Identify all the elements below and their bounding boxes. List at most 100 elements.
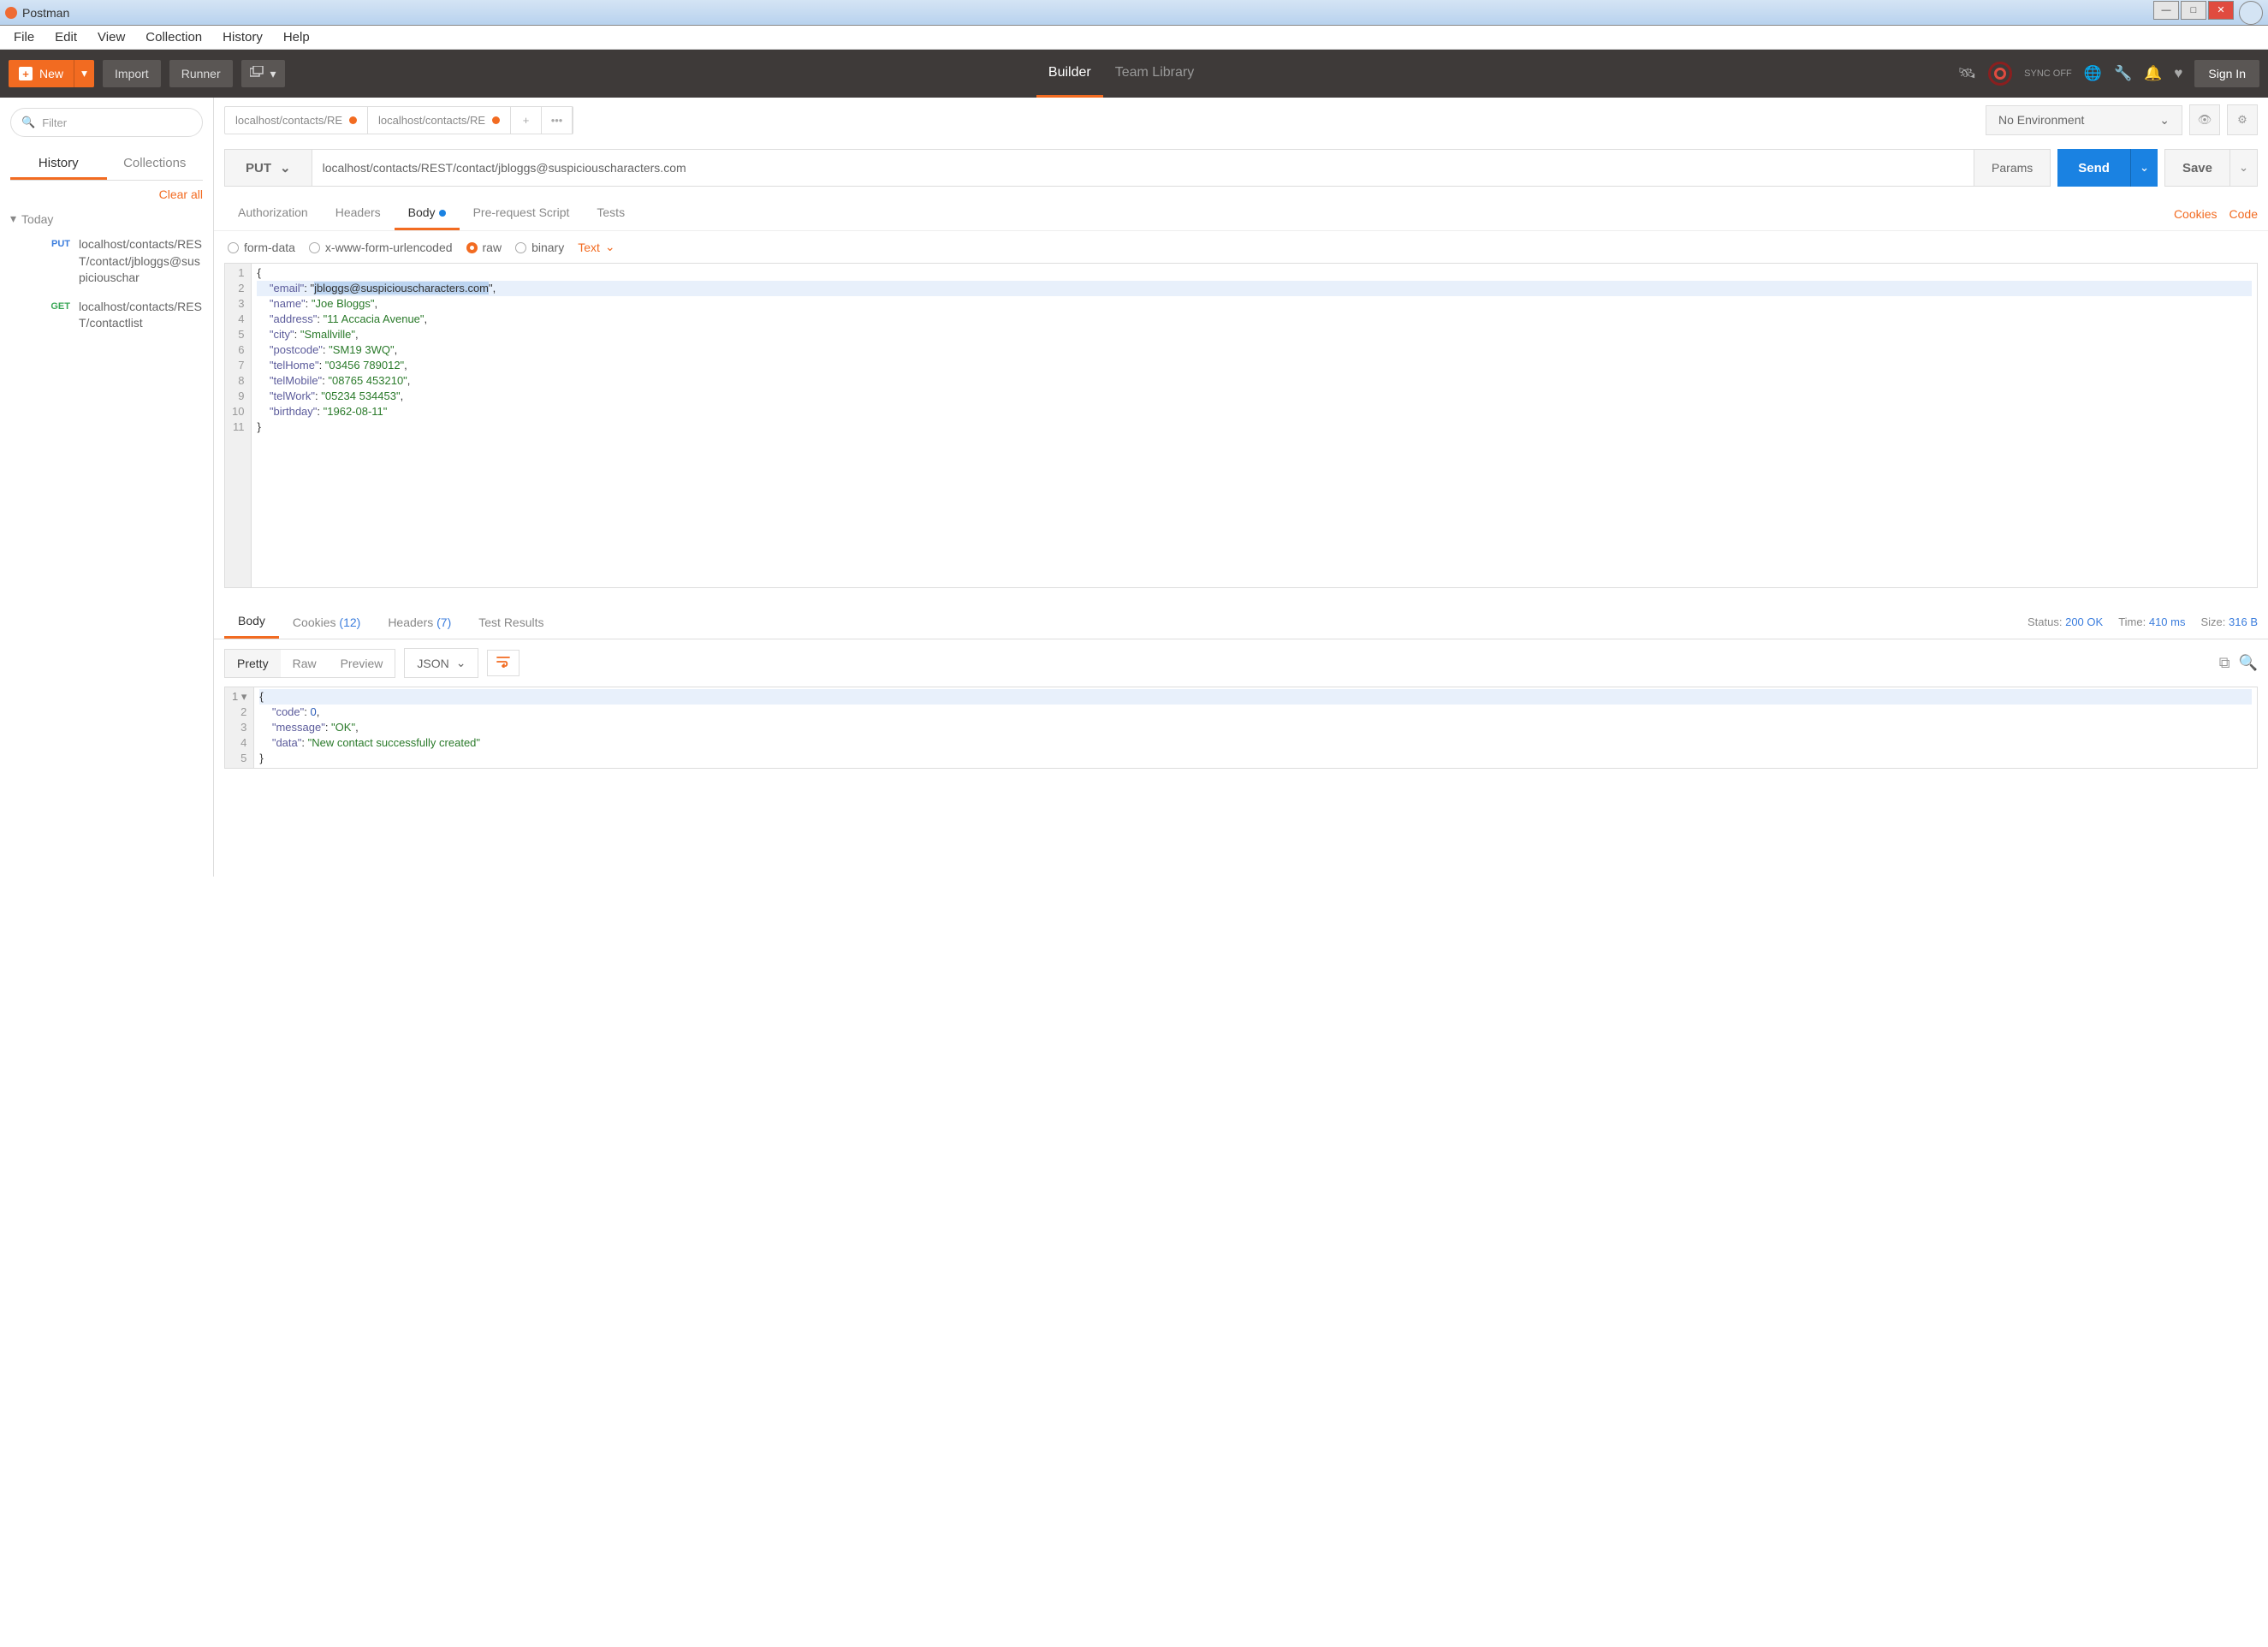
menu-history[interactable]: History xyxy=(212,28,273,46)
menu-view[interactable]: View xyxy=(87,28,135,46)
history-item[interactable]: GET localhost/contacts/REST/contactlist xyxy=(10,295,203,341)
params-button[interactable]: Params xyxy=(1974,149,2051,187)
request-tab-label: localhost/contacts/RE xyxy=(378,114,485,127)
cookies-link[interactable]: Cookies xyxy=(2174,207,2218,221)
new-button[interactable]: + New xyxy=(9,60,74,87)
response-tab-cookies[interactable]: Cookies (12) xyxy=(279,607,374,638)
history-group-today[interactable]: ▾ Today xyxy=(10,208,203,233)
tab-builder[interactable]: Builder xyxy=(1036,50,1103,98)
response-tab-body[interactable]: Body xyxy=(224,605,279,639)
response-view-modes: Pretty Raw Preview xyxy=(224,649,395,678)
view-pretty[interactable]: Pretty xyxy=(225,650,281,677)
sync-off-label: SYNC OFF xyxy=(2024,68,2072,79)
new-button-label: New xyxy=(39,67,63,80)
app-icon xyxy=(5,7,17,19)
clear-all-link[interactable]: Clear all xyxy=(10,181,203,208)
request-tab[interactable]: localhost/contacts/RE xyxy=(368,107,511,134)
method-dropdown[interactable]: PUT⌄ xyxy=(224,149,312,187)
subtab-prerequest[interactable]: Pre-request Script xyxy=(460,197,584,230)
history-method-badge: PUT xyxy=(31,236,79,287)
line-gutter: 1234567891011 xyxy=(225,264,252,587)
request-body-editor[interactable]: 1234567891011 { "email": "jbloggs@suspic… xyxy=(224,263,2258,588)
dot-indicator-icon xyxy=(439,210,446,217)
secondary-app-icon xyxy=(2239,1,2263,25)
dirty-dot-icon xyxy=(492,116,500,124)
filter-placeholder: Filter xyxy=(42,116,67,129)
history-group-label: Today xyxy=(21,212,53,226)
env-settings-button[interactable]: ⚙ xyxy=(2227,104,2258,135)
save-button[interactable]: Save xyxy=(2164,149,2230,187)
send-button[interactable]: Send xyxy=(2057,149,2130,187)
new-dropdown-button[interactable]: ▾ xyxy=(74,60,94,87)
import-button[interactable]: Import xyxy=(103,60,161,87)
response-body-editor[interactable]: 1 ▾2345 { "code": 0, "message": "OK", "d… xyxy=(224,687,2258,769)
send-dropdown-button[interactable]: ⌄ xyxy=(2130,149,2158,187)
open-new-button[interactable]: ▾ xyxy=(241,60,285,87)
history-url: localhost/contacts/REST/contactlist xyxy=(79,299,203,332)
chevron-down-icon: ⌄ xyxy=(605,240,615,254)
history-method-badge: GET xyxy=(31,299,79,332)
eye-icon: 👁 xyxy=(2198,113,2212,127)
menu-file[interactable]: File xyxy=(3,28,45,46)
toolbar: + New ▾ Import Runner ▾ Builder Team Libr… xyxy=(0,50,2268,98)
search-response-icon[interactable]: 🔍 xyxy=(2239,654,2258,672)
add-tab-button[interactable]: + xyxy=(511,107,542,134)
view-preview[interactable]: Preview xyxy=(329,650,395,677)
url-input[interactable] xyxy=(312,149,1974,187)
heart-icon[interactable]: ♥ xyxy=(2174,65,2182,82)
menu-edit[interactable]: Edit xyxy=(45,28,87,46)
subtab-authorization[interactable]: Authorization xyxy=(224,197,322,230)
tab-menu-button[interactable]: ••• xyxy=(542,107,573,134)
bell-icon[interactable]: 🔔 xyxy=(2144,65,2162,82)
response-format-dropdown[interactable]: JSON⌄ xyxy=(404,648,478,678)
runner-button[interactable]: Runner xyxy=(169,60,233,87)
filter-input[interactable]: 🔍 Filter xyxy=(10,108,203,137)
response-time: 410 ms xyxy=(2149,615,2186,628)
globe-icon[interactable]: 🌐 xyxy=(2084,65,2102,82)
history-url: localhost/contacts/REST/contact/jbloggs@… xyxy=(79,236,203,287)
window-minimize-button[interactable]: — xyxy=(2153,1,2179,20)
menu-collection[interactable]: Collection xyxy=(135,28,212,46)
code-area: { "code": 0, "message": "OK", "data": "N… xyxy=(254,687,2257,768)
satellite-icon[interactable]: 🛰 xyxy=(1958,65,1977,82)
history-item[interactable]: PUT localhost/contacts/REST/contact/jblo… xyxy=(10,233,203,295)
tab-team-library[interactable]: Team Library xyxy=(1103,50,1206,98)
copy-icon[interactable]: ⧉ xyxy=(2219,654,2230,672)
save-dropdown-button[interactable]: ⌄ xyxy=(2230,149,2258,187)
response-meta: Status: 200 OK Time: 410 ms Size: 316 B xyxy=(2028,615,2258,628)
response-tab-headers[interactable]: Headers (7) xyxy=(374,607,465,638)
menu-help[interactable]: Help xyxy=(273,28,320,46)
sidebar: 🔍 Filter History Collections Clear all ▾… xyxy=(0,98,214,877)
sidebar-tab-history[interactable]: History xyxy=(10,149,107,180)
sidebar-tab-collections[interactable]: Collections xyxy=(107,149,204,180)
code-area[interactable]: { "email": "jbloggs@suspiciouscharacters… xyxy=(252,264,2257,587)
signin-button[interactable]: Sign In xyxy=(2194,60,2259,87)
request-tab[interactable]: localhost/contacts/RE xyxy=(225,107,368,134)
env-preview-button[interactable]: 👁 xyxy=(2189,104,2220,135)
search-icon: 🔍 xyxy=(21,116,35,129)
view-raw[interactable]: Raw xyxy=(281,650,329,677)
radio-binary[interactable]: binary xyxy=(515,241,564,254)
line-gutter: 1 ▾2345 xyxy=(225,687,254,768)
subtab-body-label: Body xyxy=(408,205,436,219)
chevron-down-icon: ⌄ xyxy=(456,656,466,670)
wrench-icon[interactable]: 🔧 xyxy=(2114,65,2132,82)
subtab-body[interactable]: Body xyxy=(395,197,460,230)
sync-icon[interactable] xyxy=(1988,62,2012,86)
subtab-headers[interactable]: Headers xyxy=(322,197,395,230)
radio-formdata[interactable]: form-data xyxy=(228,241,295,254)
radio-raw[interactable]: raw xyxy=(466,241,502,254)
main-panel: localhost/contacts/RE localhost/contacts… xyxy=(214,98,2268,877)
window-maximize-button[interactable]: □ xyxy=(2181,1,2206,20)
environment-dropdown[interactable]: No Environment⌄ xyxy=(1986,105,2182,135)
wrap-icon xyxy=(496,656,510,668)
wrap-lines-button[interactable] xyxy=(487,650,520,676)
plus-icon: + xyxy=(19,67,33,80)
subtab-tests[interactable]: Tests xyxy=(583,197,638,230)
response-tab-testresults[interactable]: Test Results xyxy=(465,607,557,638)
body-type-dropdown[interactable]: Text⌄ xyxy=(578,240,614,254)
environment-label: No Environment xyxy=(1998,113,2084,127)
window-close-button[interactable]: ✕ xyxy=(2208,1,2234,20)
radio-xwww[interactable]: x-www-form-urlencoded xyxy=(309,241,453,254)
code-link[interactable]: Code xyxy=(2229,207,2258,221)
